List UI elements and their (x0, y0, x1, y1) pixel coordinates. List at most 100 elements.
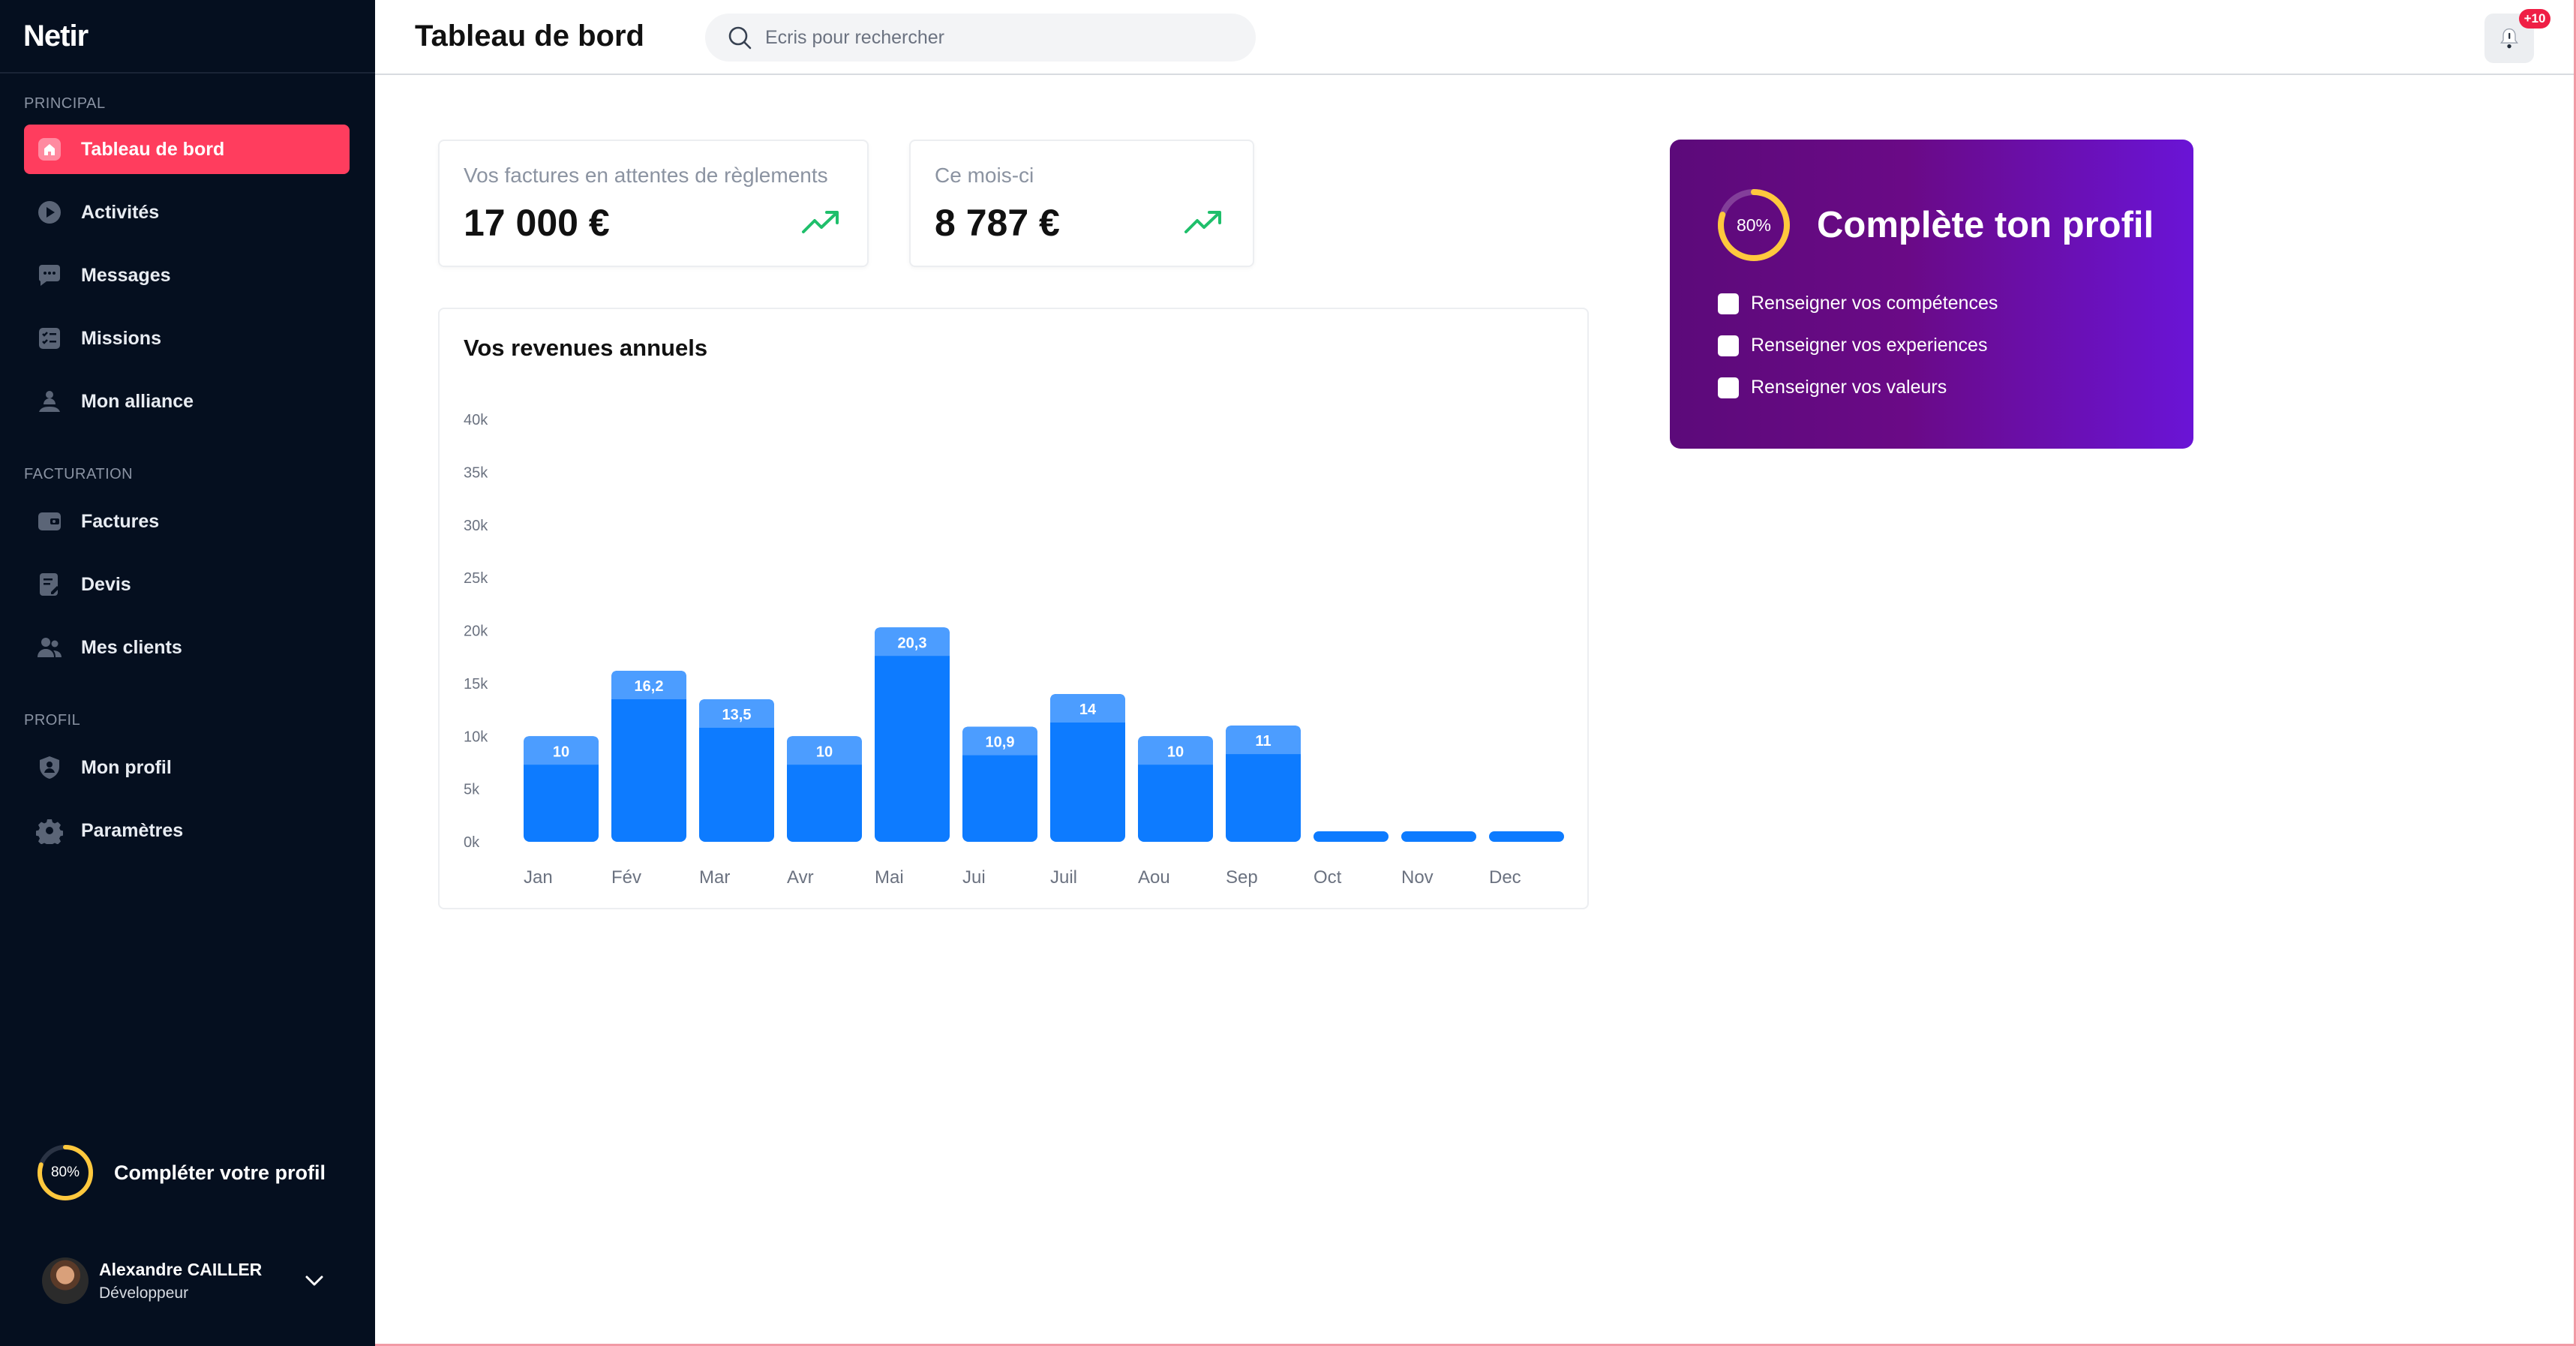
profile-progress-ring: 80% (36, 1143, 95, 1202)
document-edit-icon (36, 571, 63, 598)
sidebar-item-activites[interactable]: Activités (24, 188, 350, 237)
stat-value: 17 000 € (464, 202, 610, 244)
chart-bar (1401, 831, 1476, 842)
stat-card-this-month: Ce mois-ci 8 787 € (909, 140, 1254, 267)
trend-up-icon (1184, 211, 1221, 233)
user-name: Alexandre CAILLER (99, 1259, 263, 1279)
x-tick-label: Jui (962, 867, 986, 888)
avatar (42, 1257, 89, 1304)
chart-data-label: 11 (1255, 733, 1271, 750)
search-input[interactable] (765, 26, 1230, 49)
user-role: Développeur (99, 1284, 189, 1302)
chart-data-label: 10 (553, 744, 569, 760)
profile-card-title: Complète ton profil (1817, 205, 2154, 245)
sidebar-item-factures[interactable]: Factures (24, 497, 350, 546)
checklist-item-experiences[interactable]: Renseigner vos experiences (1718, 335, 1987, 356)
chat-icon (36, 262, 63, 289)
chart-data-label: 20,3 (898, 635, 927, 651)
sidebar-item-missions[interactable]: Missions (24, 314, 350, 363)
sidebar: Netir PRINCIPAL Tableau de bord Activité… (0, 0, 375, 1346)
sidebar-item-tableau-de-bord[interactable]: Tableau de bord (24, 125, 350, 174)
page-title: Tableau de bord (415, 20, 644, 53)
checkbox[interactable] (1718, 293, 1739, 314)
checkbox[interactable] (1718, 377, 1739, 398)
sidebar-item-label: Messages (81, 264, 171, 286)
people-icon (36, 388, 63, 415)
sidebar-item-mon-alliance[interactable]: Mon alliance (24, 377, 350, 426)
sidebar-item-devis[interactable]: Devis (24, 560, 350, 609)
stat-label: Ce mois-ci (935, 164, 1034, 187)
stat-value: 8 787 € (935, 202, 1060, 244)
gear-icon (36, 817, 63, 844)
wallet-icon (36, 508, 63, 535)
x-tick-label: Oct (1314, 867, 1342, 888)
checklist-item-valeurs[interactable]: Renseigner vos valeurs (1718, 377, 1947, 398)
complete-profile-card[interactable]: 80% Complète ton profil Renseigner vos c… (1670, 140, 2193, 449)
sidebar-divider (0, 72, 375, 74)
x-tick-label: Fév (611, 867, 641, 888)
profile-progress-label: Compléter votre profil (114, 1161, 326, 1184)
checklist-icon (36, 325, 63, 352)
x-tick-label: Dec (1489, 867, 1521, 888)
sidebar-item-label: Activités (81, 201, 160, 223)
y-tick-label: 35k (464, 464, 488, 481)
section-label-profil: PROFIL (24, 712, 81, 729)
x-tick-label: Juil (1050, 867, 1077, 888)
x-tick-label: Aou (1138, 867, 1170, 888)
sidebar-item-mon-profil[interactable]: Mon profil (24, 743, 350, 792)
x-tick-label: Mai (875, 867, 904, 888)
play-circle-icon (36, 199, 63, 226)
x-tick-label: Mar (699, 867, 730, 888)
trend-up-icon (802, 211, 839, 233)
search-bar[interactable] (705, 14, 1256, 62)
search-icon (728, 26, 752, 50)
stat-card-pending-invoices: Vos factures en attentes de règlements 1… (438, 140, 869, 267)
x-tick-label: Jan (524, 867, 553, 888)
y-tick-label: 15k (464, 676, 488, 693)
chart-bar (1314, 831, 1389, 842)
user-menu[interactable]: Alexandre CAILLER Développeur (42, 1257, 342, 1304)
x-tick-label: Nov (1401, 867, 1434, 888)
section-label-principal: PRINCIPAL (24, 95, 106, 112)
checklist-label: Renseigner vos valeurs (1751, 377, 1947, 398)
sidebar-item-mes-clients[interactable]: Mes clients (24, 623, 350, 672)
checklist-item-competences[interactable]: Renseigner vos compétences (1718, 293, 1998, 314)
stat-label: Vos factures en attentes de règlements (464, 164, 828, 187)
app-logo[interactable]: Netir (23, 20, 89, 53)
home-icon (36, 136, 63, 163)
profile-progress-percent: 80% (50, 1164, 80, 1180)
chart-data-label: 16,2 (635, 678, 664, 695)
sidebar-item-label: Mon profil (81, 756, 172, 778)
sidebar-item-label: Mes clients (81, 636, 182, 658)
sidebar-item-label: Mon alliance (81, 390, 194, 412)
users-icon (36, 634, 63, 661)
sidebar-item-label: Tableau de bord (81, 138, 225, 160)
top-bar: Tableau de bord +10 (375, 0, 2576, 75)
checklist-label: Renseigner vos compétences (1751, 293, 1998, 314)
sidebar-item-parametres[interactable]: Paramètres (24, 806, 350, 855)
complete-profile-link[interactable]: 80% Compléter votre profil (36, 1143, 326, 1202)
chart-data-label: 13,5 (722, 707, 752, 723)
user-info: Alexandre CAILLER Développeur (99, 1260, 262, 1302)
section-label-facturation: FACTURATION (24, 466, 134, 482)
y-tick-label: 10k (464, 729, 488, 745)
chart-data-label: 10 (816, 744, 833, 760)
revenue-chart-card: Vos revenues annuels 0k 5k 10k 15k 20k 25k 30k… (438, 308, 1589, 909)
chart-data-label: 10,9 (986, 735, 1015, 751)
sidebar-item-messages[interactable]: Messages (24, 251, 350, 300)
sidebar-item-label: Factures (81, 510, 160, 532)
notifications-badge: +10 (2519, 9, 2550, 29)
chevron-down-icon[interactable] (303, 1271, 326, 1290)
chart-data-label: 10 (1167, 744, 1184, 760)
checkbox[interactable] (1718, 335, 1739, 356)
sidebar-item-label: Paramètres (81, 819, 184, 841)
profile-card-percent: 80% (1736, 215, 1772, 235)
y-tick-label: 25k (464, 570, 488, 587)
profile-card-progress-ring: 80% (1716, 188, 1791, 263)
x-tick-label: Avr (787, 867, 814, 888)
y-tick-label: 20k (464, 623, 488, 640)
chart-bar (1489, 831, 1564, 842)
y-tick-label: 30k (464, 518, 488, 534)
chart-data-label: 14 (1079, 702, 1097, 718)
sidebar-item-label: Missions (81, 327, 161, 349)
